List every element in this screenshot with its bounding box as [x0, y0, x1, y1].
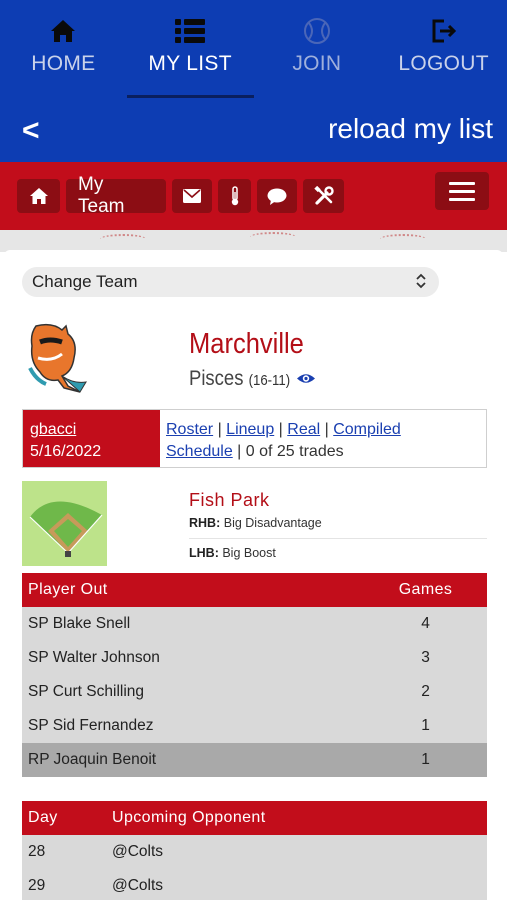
schedule-link[interactable]: Schedule [166, 443, 233, 460]
team-nickname: Pisces [189, 367, 244, 390]
opponent-day: 28 [28, 843, 46, 860]
table-row[interactable]: SP Curt Schilling 2 [22, 675, 487, 709]
nav-home-label: HOME [31, 52, 96, 75]
upcoming-opponents-table: Day Upcoming Opponent 28 @Colts 29 @Colt… [22, 801, 487, 900]
park-rhb-value: Big Disadvantage [223, 516, 322, 530]
header-day: Day [28, 809, 58, 826]
player-games: 1 [421, 717, 430, 734]
change-team-select[interactable]: Change Team [22, 267, 439, 297]
toolbar-tools-button[interactable] [303, 179, 344, 213]
trades-count: 0 of 25 trades [245, 443, 344, 460]
menu-icon-bar [449, 197, 475, 201]
nav-home[interactable]: HOME [0, 0, 127, 98]
my-team-button[interactable]: My Team [66, 174, 166, 217]
park-lhb-label: LHB: [189, 546, 219, 560]
park-divider [189, 538, 487, 539]
nav-logout-label: LOGOUT [398, 52, 489, 75]
team-name: Marchville [189, 328, 304, 360]
header-upcoming-opponent: Upcoming Opponent [112, 809, 266, 826]
park-lhb: LHB: Big Boost [189, 546, 276, 560]
nav-join-label: JOIN [292, 52, 342, 75]
team-record: (16-11) [248, 372, 291, 389]
lineup-link[interactable]: Lineup [226, 421, 274, 438]
toolbar-chat-button[interactable] [257, 179, 297, 213]
table-header: Player Out Games [22, 573, 487, 607]
owner-date: 5/16/2022 [30, 443, 102, 460]
menu-button[interactable] [435, 172, 489, 210]
change-team-value: Change Team [32, 272, 138, 291]
top-nav: HOME MY LIST JOIN LOGOUT [0, 0, 507, 98]
ballpark-image [22, 481, 107, 566]
list-icon [175, 16, 206, 46]
compiled-link[interactable]: Compiled [333, 421, 401, 438]
tools-icon [313, 186, 334, 205]
opponent-name: @Colts [112, 877, 164, 894]
nav-logout[interactable]: LOGOUT [380, 0, 507, 98]
mail-icon [183, 189, 201, 203]
nav-my-list[interactable]: MY LIST [126, 0, 254, 98]
table-row[interactable]: 28 @Colts [22, 835, 487, 869]
player-games: 2 [421, 683, 430, 700]
opponent-name: @Colts [112, 843, 164, 860]
owner-username-link[interactable]: gbacci [30, 421, 76, 438]
baseball-icon [303, 16, 331, 46]
menu-icon-bar [449, 189, 475, 193]
park-rhb: RHB: Big Disadvantage [189, 516, 322, 530]
toolbar-home-button[interactable] [17, 179, 60, 213]
sub-header: < reload my list [0, 98, 507, 162]
chat-icon [267, 188, 287, 205]
nav-join[interactable]: JOIN [254, 0, 381, 98]
player-name: SP Blake Snell [28, 615, 131, 632]
park-name: Fish Park [189, 490, 270, 510]
baseball-background-strip [0, 230, 507, 252]
menu-icon-bar [449, 181, 475, 185]
home-icon [29, 188, 48, 204]
real-link[interactable]: Real [287, 421, 320, 438]
table-row[interactable]: SP Blake Snell 4 [22, 607, 487, 641]
header-games: Games [398, 581, 453, 598]
select-arrows-icon [416, 273, 426, 289]
reload-my-list-button[interactable]: reload my list [328, 113, 493, 145]
opponent-day: 29 [28, 877, 46, 894]
table-row[interactable]: SP Walter Johnson 3 [22, 641, 487, 675]
thermometer-icon [231, 186, 238, 206]
toolbar-thermometer-button[interactable] [218, 179, 251, 213]
player-name: RP Joaquin Benoit [28, 751, 157, 768]
roster-link[interactable]: Roster [166, 421, 213, 438]
player-name: SP Sid Fernandez [28, 717, 154, 734]
header-player-out: Player Out [28, 581, 108, 598]
player-games: 3 [421, 649, 430, 666]
table-row[interactable]: RP Joaquin Benoit 1 [22, 743, 487, 777]
player-name: SP Curt Schilling [28, 683, 145, 700]
park-lhb-value: Big Boost [222, 546, 276, 560]
park-rhb-label: RHB: [189, 516, 221, 530]
team-toolbar: My Team [0, 162, 507, 230]
nav-my-list-label: MY LIST [148, 52, 232, 75]
players-out-table: Player Out Games SP Blake Snell 4 SP Wal… [22, 573, 487, 777]
team-info-box: gbacci 5/16/2022 Roster | Lineup | Real … [22, 409, 487, 468]
team-links: Roster | Lineup | Real | Compiled Schedu… [166, 421, 401, 460]
team-logo [28, 323, 87, 393]
table-header: Day Upcoming Opponent [22, 801, 487, 835]
team-subtitle: Pisces (16-11) [189, 367, 290, 391]
back-button[interactable]: < [22, 114, 40, 148]
owner-panel: gbacci 5/16/2022 [23, 410, 160, 467]
logout-icon [430, 16, 458, 46]
home-icon [50, 16, 76, 46]
table-row[interactable]: SP Sid Fernandez 1 [22, 709, 487, 743]
table-row[interactable]: 29 @Colts [22, 869, 487, 900]
toolbar-mail-button[interactable] [172, 179, 212, 213]
player-games: 4 [421, 615, 430, 632]
player-games: 1 [421, 751, 430, 768]
eye-icon[interactable] [296, 372, 316, 385]
player-name: SP Walter Johnson [28, 649, 160, 666]
